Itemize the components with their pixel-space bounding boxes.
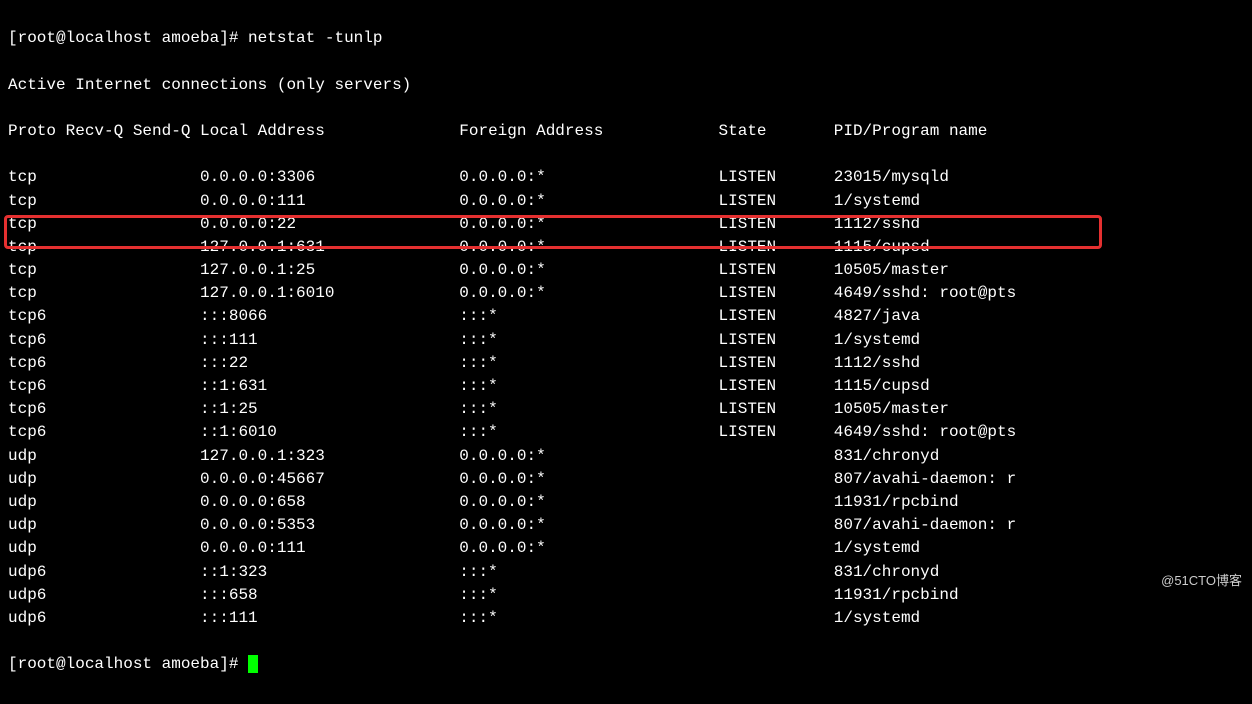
table-row: udp6 ::1:323 :::* 831/chronyd: [8, 561, 1244, 584]
table-row: tcp 127.0.0.1:6010 0.0.0.0:* LISTEN 4649…: [8, 282, 1244, 305]
prompt-line: [root@localhost amoeba]# netstat -tunlp: [8, 27, 1244, 50]
table-row: udp 127.0.0.1:323 0.0.0.0:* 831/chronyd: [8, 445, 1244, 468]
table-row: udp6 :::111 :::* 1/systemd: [8, 607, 1244, 630]
table-row: tcp6 ::1:6010 :::* LISTEN 4649/sshd: roo…: [8, 421, 1244, 444]
table-row: tcp6 ::1:631 :::* LISTEN 1115/cupsd: [8, 375, 1244, 398]
table-row: tcp6 :::22 :::* LISTEN 1112/sshd: [8, 352, 1244, 375]
column-header: Proto Recv-Q Send-Q Local Address Foreig…: [8, 120, 1244, 143]
terminal-output[interactable]: [root@localhost amoeba]# netstat -tunlp …: [0, 0, 1252, 704]
command-text: netstat -tunlp: [248, 29, 382, 47]
table-row: udp6 :::658 :::* 11931/rpcbind: [8, 584, 1244, 607]
table-row: tcp6 :::111 :::* LISTEN 1/systemd: [8, 329, 1244, 352]
table-row: tcp 127.0.0.1:631 0.0.0.0:* LISTEN 1115/…: [8, 236, 1244, 259]
table-row: tcp 0.0.0.0:3306 0.0.0.0:* LISTEN 23015/…: [8, 166, 1244, 189]
prompt-line-end: [root@localhost amoeba]#: [8, 653, 1244, 676]
table-row: udp 0.0.0.0:111 0.0.0.0:* 1/systemd: [8, 537, 1244, 560]
watermark-text: @51CTO博客: [1161, 570, 1242, 589]
table-row: tcp6 ::1:25 :::* LISTEN 10505/master: [8, 398, 1244, 421]
table-row: tcp6 :::8066 :::* LISTEN 4827/java: [8, 305, 1244, 328]
table-row: udp 0.0.0.0:5353 0.0.0.0:* 807/avahi-dae…: [8, 514, 1244, 537]
table-row: tcp 0.0.0.0:22 0.0.0.0:* LISTEN 1112/ssh…: [8, 213, 1244, 236]
table-row: udp 0.0.0.0:45667 0.0.0.0:* 807/avahi-da…: [8, 468, 1244, 491]
shell-prompt: [root@localhost amoeba]#: [8, 29, 248, 47]
cursor-icon: [248, 655, 258, 673]
header-text: Active Internet connections (only server…: [8, 74, 1244, 97]
table-row: tcp 127.0.0.1:25 0.0.0.0:* LISTEN 10505/…: [8, 259, 1244, 282]
netstat-rows: tcp 0.0.0.0:3306 0.0.0.0:* LISTEN 23015/…: [8, 166, 1244, 630]
shell-prompt: [root@localhost amoeba]#: [8, 655, 248, 673]
table-row: udp 0.0.0.0:658 0.0.0.0:* 11931/rpcbind: [8, 491, 1244, 514]
table-row: tcp 0.0.0.0:111 0.0.0.0:* LISTEN 1/syste…: [8, 190, 1244, 213]
